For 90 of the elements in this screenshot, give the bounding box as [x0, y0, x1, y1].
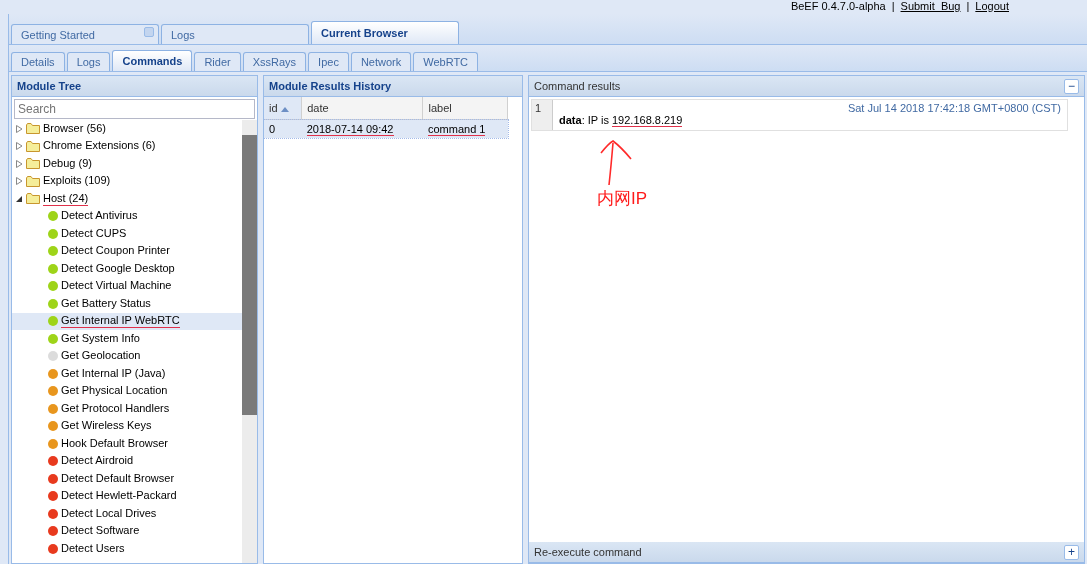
tree-item-label: Hook Default Browser: [61, 436, 168, 451]
main-tab[interactable]: Getting Started: [11, 24, 159, 44]
tree-item-label: Get Internal IP (Java): [61, 366, 166, 381]
sub-tab[interactable]: Ipec: [308, 52, 349, 71]
result-line: data: IP is 192.168.8.219: [559, 114, 684, 126]
tree-item[interactable]: Detect Local Drives: [12, 505, 242, 523]
tree-item-label: Get Battery Status: [61, 296, 151, 311]
tree-item-label: Detect Local Drives: [61, 506, 157, 521]
header-link[interactable]: Logout: [975, 0, 1009, 12]
collapse-button[interactable]: −: [1064, 78, 1079, 94]
sub-tab[interactable]: WebRTC: [413, 52, 479, 71]
tree-folder-label[interactable]: Host (24): [43, 191, 89, 206]
tree-item[interactable]: Get Physical Location: [12, 382, 242, 400]
tree-item-label: Detect Default Browser: [61, 471, 175, 486]
tree-item[interactable]: Get System Info: [12, 330, 242, 348]
tree-item[interactable]: Detect Coupon Printer: [12, 242, 242, 260]
folder-icon: [26, 140, 40, 152]
column-header[interactable]: date: [301, 97, 423, 120]
folder-icon: [26, 193, 40, 205]
version-text: BeEF 0.4.7.0-alpha: [790, 0, 886, 12]
tree-item-label: Detect Coupon Printer: [61, 244, 170, 259]
column-header[interactable]: label: [422, 97, 508, 120]
search-field[interactable]: Search: [14, 99, 255, 119]
separator-text: |: [891, 0, 895, 12]
tree-item[interactable]: Get Internal IP (Java): [12, 365, 242, 383]
tree-item[interactable]: Get Geolocation: [12, 347, 242, 365]
expand-triangle-icon[interactable]: [16, 177, 23, 186]
main-tab[interactable]: Logs: [161, 24, 309, 44]
expand-button[interactable]: +: [1064, 544, 1079, 560]
tree-item-label: Get Internal IP WebRTC: [61, 314, 180, 329]
tree-folder-label[interactable]: Browser (56): [43, 121, 106, 136]
tree-item-label: Detect Virtual Machine: [61, 279, 172, 294]
tree-item-label: Detect Software: [61, 524, 140, 539]
sub-tab[interactable]: Commands: [112, 50, 193, 71]
panel-title: Module Tree: [17, 80, 82, 92]
tree-item-label: Get Wireless Keys: [61, 419, 152, 434]
table-cell: command 1: [427, 123, 486, 136]
tree-folder-label[interactable]: Chrome Extensions (6): [43, 139, 156, 154]
scrollbar[interactable]: [242, 120, 257, 563]
line-number: 1: [532, 100, 553, 130]
sort-up-icon: [280, 107, 289, 112]
tree-item-label: Detect Airdroid: [61, 454, 134, 469]
table-cell: 0: [269, 123, 276, 136]
sub-tab[interactable]: Rider: [194, 52, 241, 71]
tree-item-label: Get System Info: [61, 331, 140, 346]
tree-item-label: Detect Google Desktop: [61, 261, 175, 276]
tree-item[interactable]: Detect Airdroid: [12, 452, 242, 470]
tree-item[interactable]: Detect Default Browser: [12, 470, 242, 488]
sub-tab[interactable]: Network: [350, 52, 412, 71]
sub-tab[interactable]: Logs: [66, 52, 111, 71]
tree-item[interactable]: Get Internal IP WebRTC: [12, 312, 242, 330]
panel-title: Command results: [534, 80, 621, 92]
timestamp: Sat Jul 14 2018 17:42:18 GMT+0800 (CST): [847, 102, 1061, 114]
tree-item[interactable]: Detect CUPS: [12, 225, 242, 243]
expand-triangle-icon[interactable]: [16, 159, 23, 168]
tree-item[interactable]: Detect Hewlett-Packard: [12, 487, 242, 505]
tree-item-label: Detect Users: [61, 541, 125, 556]
tree-item[interactable]: Detect Users: [12, 540, 242, 558]
tree-item-label: Detect CUPS: [61, 226, 127, 241]
tree-folder-label[interactable]: Exploits (109): [43, 174, 111, 189]
tree-item-label: Get Protocol Handlers: [61, 401, 170, 416]
tree-item-label: Get Geolocation: [61, 349, 141, 364]
tree-item[interactable]: Get Protocol Handlers: [12, 400, 242, 418]
tree-folder-label[interactable]: Debug (9): [43, 156, 92, 171]
panel-title: Re-execute command: [534, 546, 642, 558]
header-link[interactable]: Submit_Bug: [900, 0, 961, 12]
column-header[interactable]: id: [264, 97, 302, 120]
folder-icon: [26, 175, 40, 187]
expand-triangle-icon[interactable]: [16, 124, 23, 133]
separator-text: |: [966, 0, 970, 12]
folder-icon: [26, 123, 40, 135]
main-tab[interactable]: Current Browser: [311, 21, 459, 44]
annotation-text: 内网IP: [597, 188, 648, 210]
table-cell: 2018-07-14 09:42: [306, 123, 394, 136]
tree-item-label: Detect Antivirus: [61, 209, 138, 224]
tree-item[interactable]: Get Wireless Keys: [12, 417, 242, 435]
tree-item[interactable]: Hook Default Browser: [12, 435, 242, 453]
expand-triangle-icon[interactable]: [16, 142, 23, 151]
tree-item[interactable]: Detect Virtual Machine: [12, 277, 242, 295]
tree-item[interactable]: Get Battery Status: [12, 295, 242, 313]
folder-icon: [26, 158, 40, 170]
tree-item-label: Get Physical Location: [61, 384, 168, 399]
tree-item[interactable]: Detect Google Desktop: [12, 260, 242, 278]
tree-item-label: Detect Hewlett-Packard: [61, 489, 177, 504]
sub-tab[interactable]: Details: [11, 52, 65, 71]
collapse-triangle-icon[interactable]: [16, 194, 23, 203]
panel-title: Module Results History: [269, 80, 392, 92]
sub-tab[interactable]: XssRays: [242, 52, 307, 71]
tree-item[interactable]: Detect Software: [12, 522, 242, 540]
tree-item[interactable]: Detect Antivirus: [12, 207, 242, 225]
